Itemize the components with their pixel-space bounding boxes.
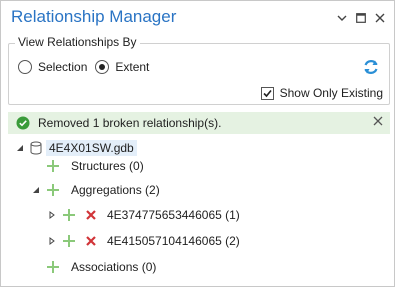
extent-radio-label[interactable]: Extent (115, 60, 149, 74)
expand-icon[interactable] (47, 236, 57, 246)
title-bar: Relationship Manager (1, 1, 394, 35)
structures-label: Structures (0) (71, 159, 144, 173)
associations-label: Associations (0) (71, 260, 157, 274)
maximize-icon[interactable] (355, 12, 367, 24)
collapse-icon[interactable] (15, 143, 25, 153)
add-icon[interactable] (47, 184, 59, 196)
collapse-icon[interactable] (31, 185, 41, 195)
geodatabase-icon (30, 141, 42, 155)
success-check-icon (16, 116, 30, 130)
delete-icon[interactable] (85, 209, 97, 221)
geodatabase-label[interactable]: 4E4X01SW.gdb (46, 140, 137, 156)
status-message-bar: Removed 1 broken relationship(s). (8, 112, 390, 134)
status-message-text: Removed 1 broken relationship(s). (38, 116, 222, 130)
expand-icon[interactable] (47, 210, 57, 220)
add-icon[interactable] (47, 261, 59, 273)
selection-radio-label[interactable]: Selection (38, 60, 87, 74)
extent-radio[interactable] (95, 60, 110, 74)
dismiss-message-icon[interactable] (372, 116, 384, 128)
close-icon[interactable] (374, 12, 386, 24)
group-label: View Relationships By (15, 35, 140, 49)
refresh-icon[interactable] (361, 57, 381, 77)
aggregation-item-label: 4E374775653446065 (1) (107, 208, 240, 222)
chevron-down-icon[interactable] (336, 12, 348, 24)
add-icon[interactable] (63, 209, 75, 221)
title-bar-controls (336, 12, 386, 24)
relationship-manager-pane: Relationship Manager View Relationships … (0, 0, 395, 287)
pane-title: Relationship Manager (11, 7, 177, 26)
selection-radio[interactable] (18, 60, 32, 74)
add-icon[interactable] (47, 160, 59, 172)
tree-node-structures[interactable]: Structures (0) (47, 155, 144, 177)
aggregations-label: Aggregations (2) (71, 183, 160, 197)
tree-node-aggregations[interactable]: Aggregations (2) (31, 179, 160, 201)
tree-node-associations[interactable]: Associations (0) (47, 256, 156, 278)
show-only-existing-toggle[interactable]: Show Only Existing (260, 86, 383, 100)
add-icon[interactable] (63, 235, 75, 247)
delete-icon[interactable] (85, 235, 97, 247)
aggregation-item-label: 4E415057104146065 (2) (107, 234, 240, 248)
show-only-existing-label[interactable]: Show Only Existing (280, 86, 383, 100)
tree-node-aggregation-item[interactable]: 4E415057104146065 (2) (47, 230, 240, 252)
tree-node-aggregation-item[interactable]: 4E374775653446065 (1) (47, 204, 240, 226)
view-relationships-group: View Relationships By Selection Extent S… (8, 35, 390, 105)
view-mode-radio-group: Selection Extent (18, 60, 157, 74)
show-only-existing-checkbox[interactable] (260, 86, 274, 100)
